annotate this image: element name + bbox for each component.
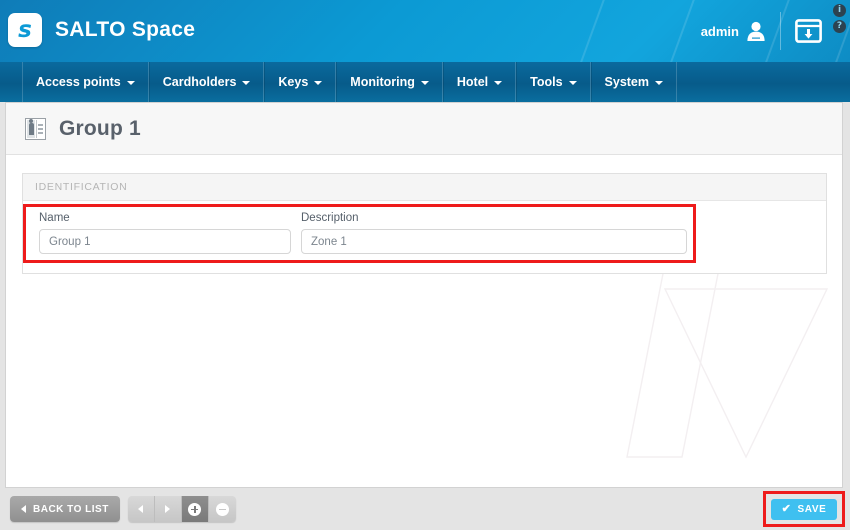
download-window-icon[interactable] (795, 19, 822, 43)
chevron-down-icon (420, 81, 429, 85)
icon-person-panel (27, 118, 36, 138)
name-input[interactable] (39, 229, 291, 254)
header-decoration-line (657, 0, 705, 62)
header-user-area: admin (701, 0, 822, 62)
identification-body: Name Description (23, 201, 826, 273)
description-input[interactable] (301, 229, 687, 254)
brand-title: SALTO Space (55, 18, 196, 41)
nav-item-keys[interactable]: Keys (264, 62, 337, 102)
name-label: Name (39, 212, 70, 224)
chevron-down-icon (126, 81, 135, 85)
identification-card: IDENTIFICATION Name Description (22, 173, 827, 274)
record-nav-button-group (127, 496, 236, 522)
chevron-down-icon (494, 81, 503, 85)
nav-label: Cardholders (162, 75, 237, 89)
identification-section-header: IDENTIFICATION (23, 174, 826, 201)
nav-item-system[interactable]: System (590, 62, 678, 102)
description-label: Description (301, 212, 359, 224)
previous-record-button[interactable] (127, 496, 155, 522)
back-to-list-label: BACK TO LIST (33, 503, 109, 515)
icon-dash (38, 123, 44, 126)
info-circle-icon[interactable]: i (833, 4, 846, 17)
footer-toolbar: BACK TO LIST ✔ SAVE (0, 488, 850, 530)
chevron-down-icon (314, 81, 323, 85)
nav-label: Monitoring (350, 75, 415, 89)
brand-logo[interactable]: s SALTO Space (8, 13, 195, 47)
plus-circle-icon (188, 502, 202, 516)
header-divider (780, 12, 781, 50)
add-record-button[interactable] (181, 496, 209, 522)
icon-dash (38, 127, 44, 130)
nav-item-cardholders[interactable]: Cardholders (148, 62, 265, 102)
icon-door-panel (36, 119, 44, 138)
chevron-down-icon (568, 81, 577, 85)
check-icon: ✔ (781, 503, 792, 515)
icon-person-glyph (28, 118, 34, 135)
salto-s-logo-icon: s (8, 13, 42, 47)
help-circle-icon[interactable]: ? (833, 20, 846, 33)
next-record-button[interactable] (154, 496, 182, 522)
nav-label: Keys (278, 75, 309, 89)
main-navigation: Access points Cardholders Keys Monitorin… (0, 62, 850, 102)
header-utility-icons: i ? (833, 4, 846, 33)
nav-item-access-points[interactable]: Access points (22, 62, 149, 102)
admin-label: admin (700, 23, 739, 39)
group-zone-icon (25, 117, 46, 140)
save-button[interactable]: ✔ SAVE (771, 499, 837, 520)
back-to-list-button[interactable]: BACK TO LIST (10, 496, 120, 522)
nav-label: System (604, 75, 650, 89)
page-title-bar: Group 1 (6, 103, 842, 155)
icon-dash (38, 131, 44, 134)
logo-letter: s (18, 16, 32, 43)
nav-label: Tools (530, 75, 563, 89)
chevron-right-icon (165, 505, 171, 513)
nav-item-monitoring[interactable]: Monitoring (336, 62, 443, 102)
chevron-left-icon (21, 505, 26, 513)
nav-label: Access points (36, 75, 121, 89)
chevron-left-icon (138, 505, 144, 513)
page-title: Group 1 (59, 116, 141, 140)
footer-left-group: BACK TO LIST (10, 496, 236, 522)
content-panel: Group 1 IDENTIFICATION Name Description (5, 102, 843, 488)
user-avatar-icon[interactable] (746, 20, 766, 42)
nav-item-hotel[interactable]: Hotel (442, 62, 517, 102)
app-header: s SALTO Space admin i ? (0, 0, 850, 62)
main-stage: Group 1 IDENTIFICATION Name Description (0, 102, 850, 488)
minus-circle-icon (215, 502, 229, 516)
remove-record-button[interactable] (208, 496, 236, 522)
description-field-group: Description (301, 212, 687, 254)
chevron-down-icon (242, 81, 251, 85)
name-field-group: Name (39, 212, 291, 254)
nav-label: Hotel (456, 75, 489, 89)
nav-item-tools[interactable]: Tools (516, 62, 591, 102)
header-decoration-line (567, 0, 615, 62)
save-label: SAVE (797, 504, 827, 515)
chevron-down-icon (655, 81, 664, 85)
